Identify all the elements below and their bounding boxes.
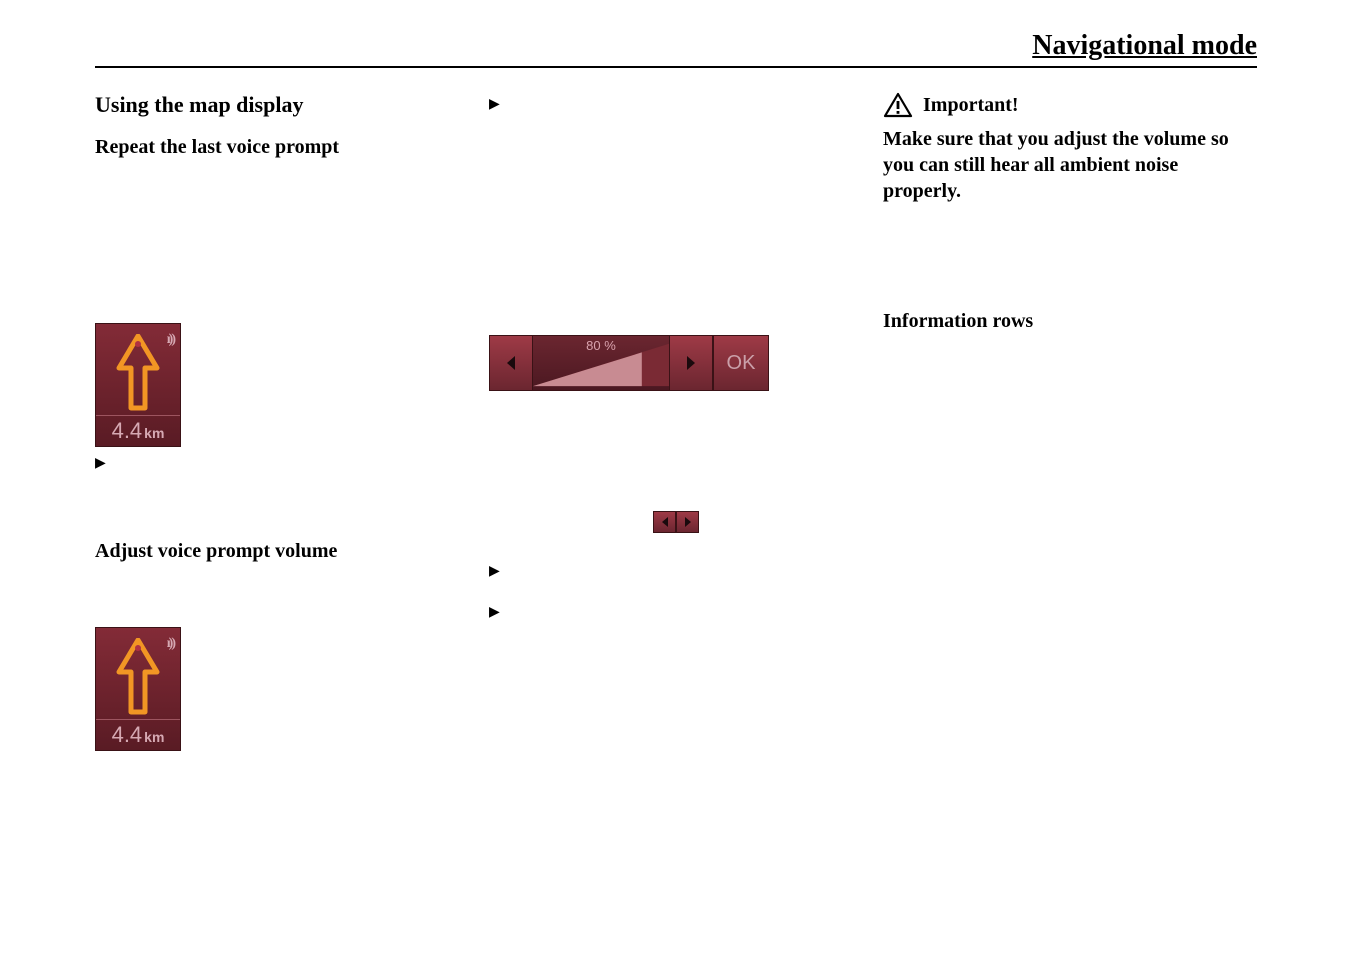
triangle-bullet-icon: ▶: [95, 455, 469, 472]
direction-tile: ı)) 4.4km: [95, 627, 181, 751]
triangle-bullet-icon: ▶: [489, 604, 863, 621]
chevron-left-icon: [504, 354, 518, 372]
mini-right-button[interactable]: [676, 511, 699, 533]
warning-important-label: Important!: [923, 94, 1019, 117]
left-column: Using the map display Repeat the last vo…: [95, 88, 469, 757]
chevron-right-icon: [683, 516, 693, 528]
up-arrow-icon: [115, 638, 161, 716]
section-heading-map-display: Using the map display: [95, 92, 469, 118]
volume-slider: 80 % OK: [489, 335, 769, 391]
sub-heading-adjust-volume: Adjust voice prompt volume: [95, 540, 469, 563]
distance-label: 4.4km: [96, 719, 180, 748]
spacer: [95, 183, 469, 323]
mini-left-button[interactable]: [653, 511, 676, 533]
spacer: [95, 587, 469, 627]
direction-tile: ı)) 4.4km: [95, 323, 181, 447]
volume-ok-button[interactable]: OK: [713, 335, 769, 391]
distance-unit: km: [144, 729, 164, 745]
warning-body-text: Make sure that you adjust the volume so …: [883, 126, 1257, 204]
chevron-right-icon: [684, 354, 698, 372]
volume-decrease-button[interactable]: [489, 335, 533, 391]
warning-triangle-icon: [883, 92, 913, 118]
right-column: Important! Make sure that you adjust the…: [883, 88, 1257, 757]
distance-value: 4.4: [112, 722, 143, 747]
content-columns: Using the map display Repeat the last vo…: [95, 88, 1257, 757]
middle-column: ▶ 80 % OK ▶: [489, 88, 863, 757]
up-arrow-icon: [115, 334, 161, 412]
sound-icon: ı)): [167, 636, 174, 652]
page-title: Navigational mode: [1032, 30, 1257, 62]
distance-label: 4.4km: [96, 415, 180, 444]
sub-heading-repeat-prompt: Repeat the last voice prompt: [95, 136, 469, 159]
mini-left-right-control: [653, 511, 699, 533]
volume-track[interactable]: 80 %: [533, 335, 669, 391]
sound-icon: ı)): [167, 332, 174, 348]
header-rule: Navigational mode: [95, 30, 1257, 68]
distance-value: 4.4: [112, 418, 143, 443]
info-rows-heading: Information rows: [883, 310, 1257, 333]
volume-percent-label: 80 %: [586, 338, 616, 353]
triangle-bullet-icon: ▶: [489, 96, 863, 113]
distance-unit: km: [144, 425, 164, 441]
volume-increase-button[interactable]: [669, 335, 713, 391]
warning-heading-row: Important!: [883, 92, 1257, 118]
chevron-left-icon: [660, 516, 670, 528]
spacer: [95, 480, 469, 540]
triangle-bullet-icon: ▶: [489, 563, 863, 580]
